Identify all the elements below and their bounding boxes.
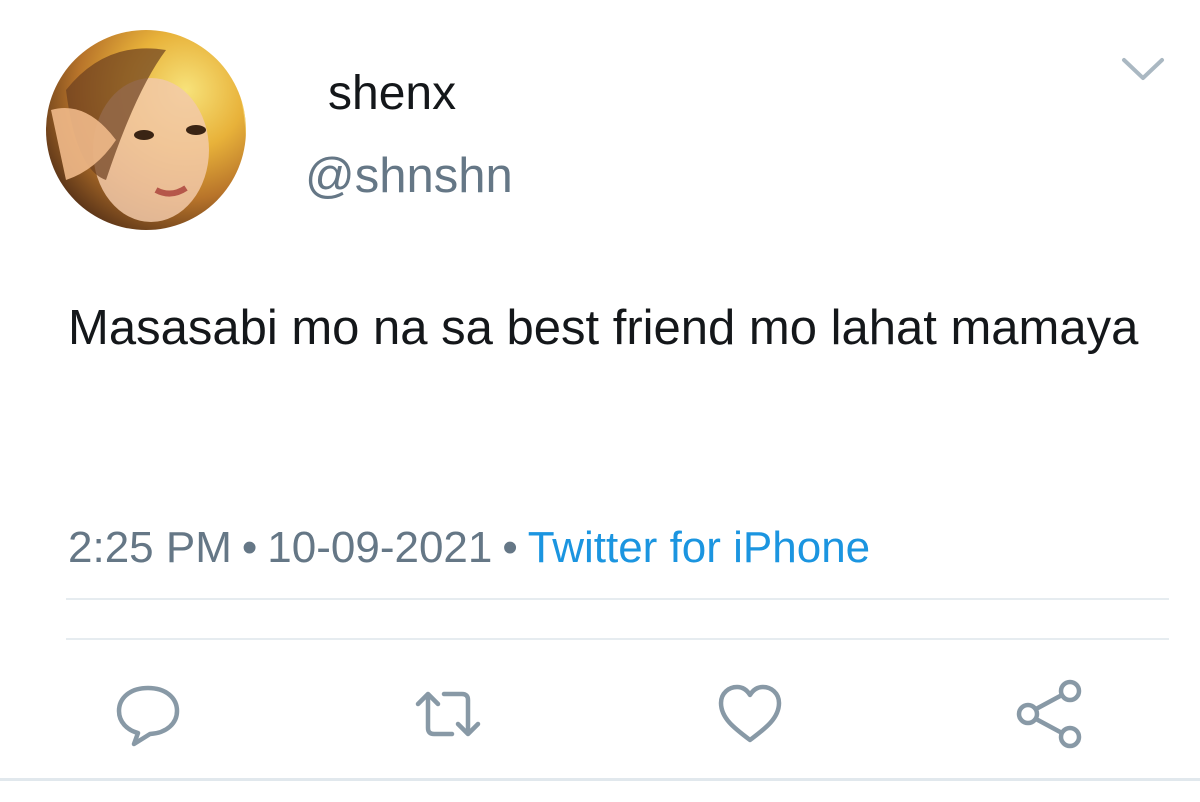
tweet-source-link[interactable]: Twitter for iPhone: [528, 523, 870, 572]
display-name[interactable]: shenx: [328, 64, 456, 124]
bottom-divider: [0, 778, 1200, 781]
tweet-time: 2:25 PM: [68, 523, 232, 572]
avatar[interactable]: [46, 30, 246, 230]
meta-separator: •: [241, 523, 258, 572]
user-handle[interactable]: @shnshn: [305, 146, 513, 206]
divider: [66, 638, 1169, 640]
heart-icon[interactable]: [714, 678, 786, 750]
divider: [66, 598, 1169, 600]
tweet-date: 10-09-2021: [267, 523, 493, 572]
meta-separator: •: [502, 523, 518, 572]
tweet-text: Masasabi mo na sa best friend mo lahat m…: [68, 301, 1139, 355]
chevron-down-icon[interactable]: [1118, 54, 1168, 84]
tweet-meta: 2:25 PM • 10-09-2021 • Twitter for iPhone: [68, 518, 870, 578]
retweet-icon[interactable]: [412, 678, 484, 750]
avatar-image: [51, 30, 246, 230]
share-icon[interactable]: [1014, 678, 1086, 750]
reply-icon[interactable]: [112, 678, 184, 750]
